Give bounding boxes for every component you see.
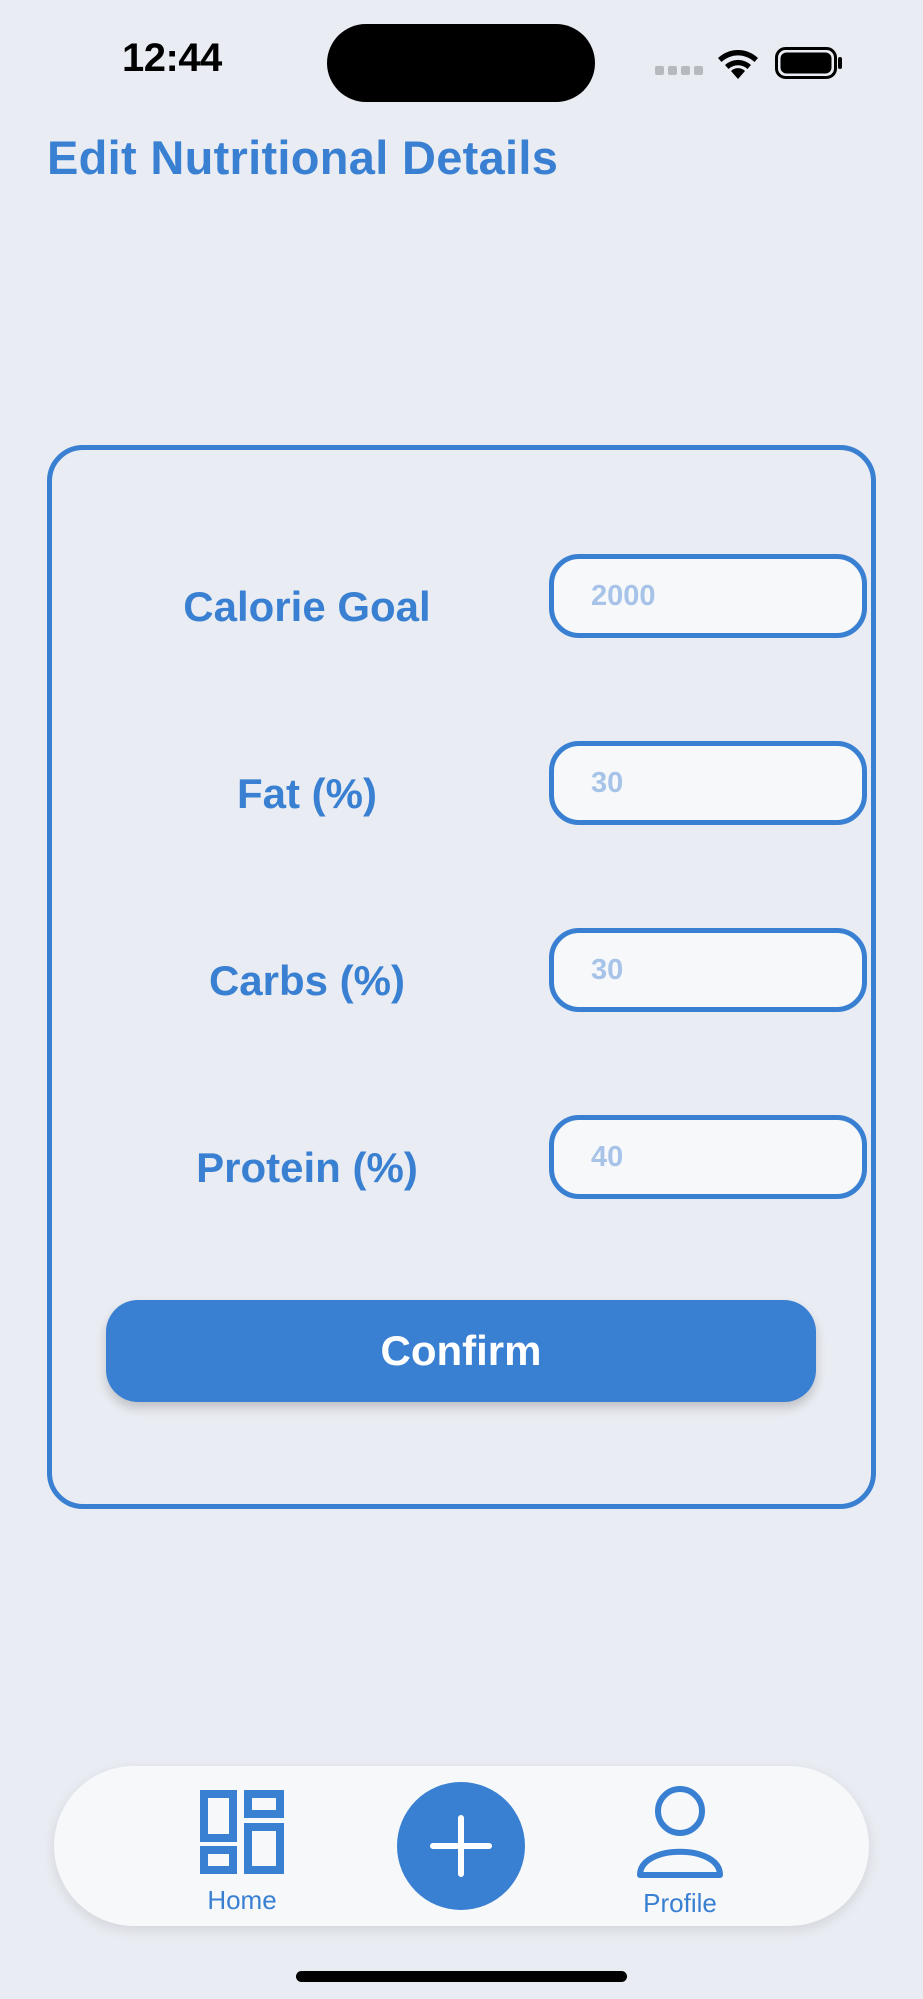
page-title: Edit Nutritional Details [47, 131, 559, 184]
add-button[interactable] [397, 1782, 525, 1910]
protein-percent-label: Protein (%) [196, 1144, 418, 1191]
status-time: 12:44 [122, 36, 222, 80]
tab-profile-label[interactable]: Profile [600, 1888, 760, 1919]
fat-percent-label: Fat (%) [237, 770, 377, 817]
grid-icon[interactable] [200, 1790, 284, 1874]
dynamic-island [327, 24, 595, 102]
home-indicator [296, 1971, 627, 1982]
carbs-percent-label: Carbs (%) [208, 957, 406, 1004]
fat-percent-input[interactable] [549, 741, 867, 825]
screen: 12:44 Edit Nutritional Details Calorie G… [0, 0, 923, 1999]
person-icon[interactable] [635, 1784, 725, 1880]
protein-percent-input[interactable] [549, 1115, 867, 1199]
carbs-percent-input[interactable] [549, 928, 867, 1012]
confirm-button[interactable]: Confirm [106, 1300, 816, 1402]
calorie-goal-input[interactable] [549, 554, 867, 638]
calorie-goal-label: Calorie Goal [183, 583, 431, 630]
tab-home-label[interactable]: Home [162, 1885, 322, 1916]
plus-icon [430, 1815, 492, 1877]
battery-icon [775, 47, 842, 79]
wifi-icon [718, 50, 758, 79]
cellular-signal-icon [655, 66, 703, 76]
